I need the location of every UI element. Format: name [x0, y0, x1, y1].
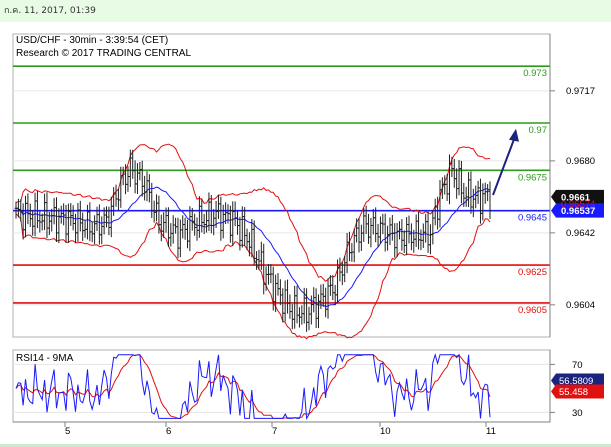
x-tick-label: 6 [166, 426, 171, 437]
x-tick-label: 11 [486, 426, 496, 437]
date-bar: ก.ค. 11, 2017, 01:39 [0, 0, 611, 22]
research-label: Research © 2017 TRADING CENTRAL [16, 48, 191, 59]
rsi-ma-badge: 55.458 [559, 387, 588, 398]
level-label: 0.973 [523, 68, 547, 79]
x-tick-label: 10 [380, 426, 391, 437]
rsi-ytick-label: 70 [572, 360, 583, 371]
date-text: ก.ค. 11, 2017, 01:39 [4, 6, 96, 16]
rsi-plot-frame [12, 349, 551, 423]
price-y-axis: 0.97170.96800.96420.96040.96610.965370.9… [549, 34, 604, 337]
x-axis: 5 6 7 10 11 [64, 422, 496, 437]
price-ytick-label: 0.9717 [566, 86, 595, 97]
level-label: 0.97 [529, 125, 548, 136]
price-ytick-label: 0.9642 [566, 228, 595, 239]
x-tick-label: 5 [65, 426, 70, 437]
level-label: 0.9605 [518, 305, 547, 316]
price-ytick-label: 0.9604 [566, 300, 595, 311]
x-tick-label: 7 [272, 426, 277, 437]
level-label: 0.9645 [518, 213, 547, 224]
rsi-y-axis: 703056.580955.458 [549, 350, 604, 422]
rsi-title: RSI14 - 9MA [16, 353, 74, 364]
price-chart: 0.973 0.97 0.9675 0.9645 0.9625 0.9605 0.9717… [12, 33, 604, 437]
level-label: 0.9675 [518, 172, 547, 183]
price-ytick-label: 0.9680 [566, 156, 595, 167]
price-plot-frame [12, 33, 551, 338]
instrument-title: USD/CHF - 30min - 3:39:54 (CET) [16, 35, 168, 46]
rsi-ytick-label: 30 [572, 408, 583, 419]
ma-value-label: 0.96574 [561, 199, 595, 210]
level-label: 0.9625 [518, 267, 547, 278]
